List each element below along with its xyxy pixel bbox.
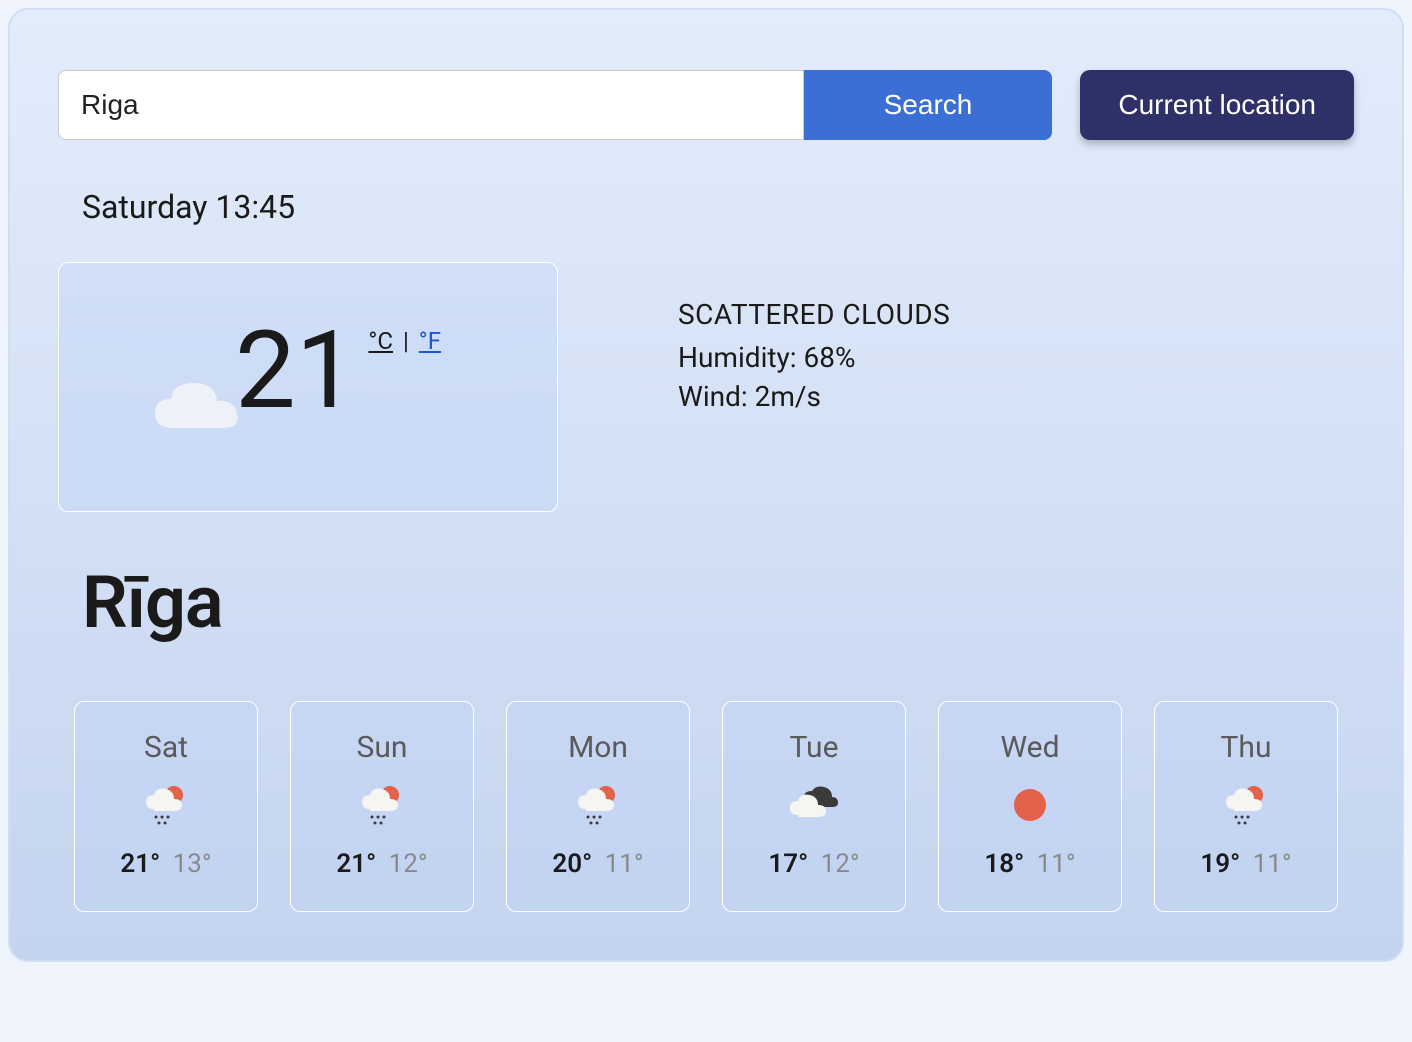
forecast-day-label: Mon — [519, 730, 677, 765]
humidity-text: Humidity: 68% — [678, 341, 950, 374]
current-weather-row: 21 °C | °F SCATTERED CLOUDS Humidity: 68… — [58, 262, 1354, 512]
cloud-icon — [143, 373, 253, 447]
forecast-high: 17° — [768, 849, 808, 879]
unit-separator: | — [397, 327, 415, 355]
forecast-row: Sat 21° 13° Sun — [58, 701, 1354, 912]
unit-celsius-link[interactable]: °C — [368, 327, 393, 355]
forecast-day-label: Tue — [735, 730, 893, 765]
forecast-day-label: Sun — [303, 730, 461, 765]
rain-sun-icon — [87, 781, 245, 829]
forecast-high: 21° — [120, 849, 160, 879]
rain-sun-icon — [519, 781, 677, 829]
forecast-card-wed: Wed 18° 11° — [938, 701, 1122, 912]
forecast-high: 18° — [984, 849, 1024, 879]
rain-sun-icon — [303, 781, 461, 829]
forecast-card-thu: Thu 19° 11° — [1154, 701, 1338, 912]
city-name: Rīga — [82, 560, 1354, 645]
wind-text: Wind: 2m/s — [678, 380, 950, 413]
forecast-day-label: Thu — [1167, 730, 1325, 765]
rain-sun-icon — [1167, 781, 1325, 829]
unit-toggle: °C | °F — [368, 327, 441, 355]
forecast-high: 21° — [336, 849, 376, 879]
forecast-low: 11° — [605, 849, 644, 879]
current-temp: 21 — [235, 317, 356, 425]
forecast-high: 20° — [552, 849, 592, 879]
forecast-low: 12° — [389, 849, 428, 879]
search-button[interactable]: Search — [804, 70, 1053, 140]
forecast-day-label: Wed — [951, 730, 1109, 765]
weather-app: Search Current location Saturday 13:45 2… — [8, 8, 1404, 962]
forecast-low: 11° — [1253, 849, 1292, 879]
unit-fahrenheit-link[interactable]: °F — [419, 327, 441, 355]
search-row: Search Current location — [58, 70, 1354, 140]
sun-icon — [951, 781, 1109, 829]
current-location-button[interactable]: Current location — [1080, 70, 1354, 140]
city-search-input[interactable] — [58, 70, 804, 140]
current-details: SCATTERED CLOUDS Humidity: 68% Wind: 2m/… — [678, 298, 950, 512]
current-weather-card: 21 °C | °F — [58, 262, 558, 512]
forecast-card-sat: Sat 21° 13° — [74, 701, 258, 912]
forecast-card-tue: Tue 17° 12° — [722, 701, 906, 912]
forecast-card-mon: Mon 20° 11° — [506, 701, 690, 912]
forecast-low: 13° — [173, 849, 212, 879]
forecast-low: 11° — [1037, 849, 1076, 879]
forecast-high: 19° — [1200, 849, 1240, 879]
forecast-card-sun: Sun 21° 12° — [290, 701, 474, 912]
forecast-low: 12° — [821, 849, 860, 879]
forecast-day-label: Sat — [87, 730, 245, 765]
cloudy-icon — [735, 781, 893, 829]
current-datetime: Saturday 13:45 — [82, 188, 1354, 226]
conditions-text: SCATTERED CLOUDS — [678, 298, 950, 331]
